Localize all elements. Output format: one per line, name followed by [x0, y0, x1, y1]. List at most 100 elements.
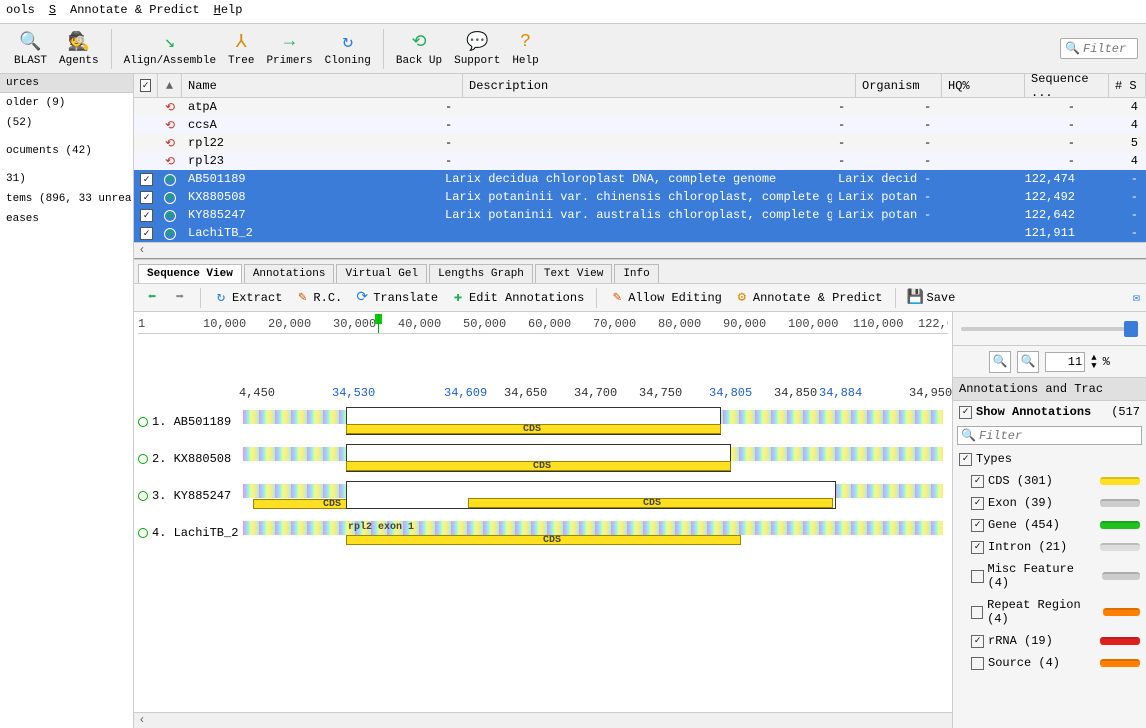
show-annotations-checkbox[interactable] — [959, 406, 972, 419]
zoom-thumb[interactable] — [1124, 321, 1138, 337]
table-row[interactable]: ⟲rpl22----5 — [134, 134, 1146, 152]
sidebar-item[interactable]: tems (896, 33 unrea — [0, 189, 133, 209]
annotation-type-label: Exon (39) — [988, 496, 1053, 510]
table-row[interactable]: ⟲atpA----4 — [134, 98, 1146, 116]
annotation-type-label: Intron (21) — [988, 540, 1067, 554]
table-row[interactable]: ⟳LachiTB_2121,911- — [134, 224, 1146, 242]
annotations-filter-input[interactable] — [979, 429, 1138, 443]
menu-sequence[interactable]: S — [49, 3, 56, 20]
zoom-slider[interactable] — [953, 312, 1146, 346]
zoom-in-button[interactable]: 🔍 — [989, 351, 1011, 373]
annotation-type-row[interactable]: Misc Feature (4) — [953, 558, 1146, 594]
extract-button[interactable]: ↻Extract — [209, 288, 286, 308]
nav-fwd[interactable]: ➡ — [168, 288, 192, 308]
annotation-type-row[interactable]: rRNA (19) — [953, 630, 1146, 652]
tree-button[interactable]: ⅄Tree — [222, 29, 260, 69]
col-hq[interactable]: HQ% — [942, 74, 1025, 97]
sidebar-item[interactable]: ocuments (42) — [0, 141, 133, 161]
nav-back[interactable]: ⬅ — [140, 288, 164, 308]
annotation-type-checkbox[interactable] — [971, 541, 984, 554]
tab-annotations[interactable]: Annotations — [244, 264, 335, 283]
types-checkbox[interactable] — [959, 453, 972, 466]
cds-label: CDS — [523, 424, 541, 435]
table-row[interactable]: ⟲ccsA----4 — [134, 116, 1146, 134]
col-description[interactable]: Description — [463, 74, 856, 97]
sequence-icon: ⟳ — [164, 228, 176, 240]
annotation-type-row[interactable]: Exon (39) — [953, 492, 1146, 514]
agents-button[interactable]: 🕵Agents — [53, 29, 105, 69]
annotate-predict-button[interactable]: ⚙Annotate & Predict — [730, 288, 887, 308]
allow-editing-button[interactable]: ✎Allow Editing — [605, 288, 726, 308]
annotation-type-checkbox[interactable] — [971, 475, 984, 488]
zoom-stepper-icon[interactable]: ▲▼ — [1091, 354, 1096, 370]
annotation-type-row[interactable]: CDS (301) — [953, 470, 1146, 492]
sequence-track[interactable]: 2. KX880508CDS — [138, 444, 948, 478]
filter-search[interactable]: 🔍 — [1060, 38, 1138, 59]
sequence-track[interactable]: 1. AB501189CDS — [138, 407, 948, 441]
sidebar-item[interactable]: older (9) — [0, 93, 133, 113]
annotation-type-checkbox[interactable] — [971, 570, 984, 583]
table-row[interactable]: ⟲rpl23----4 — [134, 152, 1146, 170]
col-name[interactable]: Name — [182, 74, 463, 97]
help-icon: ? — [515, 31, 537, 53]
seqview-hscroll[interactable]: ‹ — [134, 712, 952, 728]
annotation-type-row[interactable]: Repeat Region (4) — [953, 594, 1146, 630]
col-sequence-length[interactable]: Sequence ... — [1025, 74, 1109, 97]
sidebar-item[interactable]: 31) — [0, 169, 133, 189]
tab-lengths-graph[interactable]: Lengths Graph — [429, 264, 533, 283]
blast-button[interactable]: 🔍BLAST — [8, 29, 53, 69]
zoom-out-button[interactable]: 🔍 — [1017, 351, 1039, 373]
table-row[interactable]: ⟳AB501189Larix decidua chloroplast DNA, … — [134, 170, 1146, 188]
annotations-filter[interactable]: 🔍 — [957, 426, 1142, 445]
row-checkbox[interactable] — [140, 209, 153, 222]
col-sort[interactable]: ▲ — [158, 74, 182, 97]
table-hscroll[interactable]: ‹ — [134, 242, 1146, 258]
sidebar-item[interactable] — [0, 161, 133, 169]
edit-annotations-button[interactable]: ✚Edit Annotations — [446, 288, 588, 308]
overview-ruler[interactable]: 110,00020,00030,00040,00050,00060,00070,… — [138, 314, 948, 334]
mail-icon[interactable]: ✉ — [1133, 290, 1140, 305]
translate-button[interactable]: ⟳Translate — [350, 288, 442, 308]
sidebar-item[interactable]: eases — [0, 209, 133, 229]
table-row[interactable]: ⟳KY885247Larix potaninii var. australis … — [134, 206, 1146, 224]
sidebar-item[interactable] — [0, 133, 133, 141]
sequence-view-canvas[interactable]: 110,00020,00030,00040,00050,00060,00070,… — [134, 312, 952, 728]
table-row[interactable]: ⟳KX880508Larix potaninii var. chinensis … — [134, 188, 1146, 206]
help-button[interactable]: ?Help — [506, 29, 544, 69]
annotation-type-checkbox[interactable] — [971, 519, 984, 532]
sequence-track[interactable]: 4. LachiTB_2CDSrpl2 exon 1 — [138, 518, 948, 552]
col-organism[interactable]: Organism — [856, 74, 942, 97]
col-checkbox[interactable] — [134, 74, 158, 97]
tab-info[interactable]: Info — [614, 264, 658, 283]
row-checkbox[interactable] — [140, 191, 153, 204]
sequence-track[interactable]: 3. KY885247CDSCDS — [138, 481, 948, 515]
menu-tools[interactable]: ools — [6, 3, 35, 20]
filter-input[interactable] — [1083, 42, 1133, 56]
sidebar-item[interactable]: (52) — [0, 113, 133, 133]
cloning-button[interactable]: ↻Cloning — [319, 29, 377, 69]
annotation-type-row[interactable]: Source (4) — [953, 652, 1146, 674]
save-button[interactable]: 💾Save — [904, 288, 960, 308]
save-button-icon: 💾 — [908, 290, 924, 306]
back-up-button[interactable]: ⟲Back Up — [390, 29, 448, 69]
annotation-type-checkbox[interactable] — [971, 657, 984, 670]
col-num-sequences[interactable]: # S — [1109, 74, 1146, 97]
tab-virtual-gel[interactable]: Virtual Gel — [336, 264, 427, 283]
ruler-marker[interactable] — [378, 314, 379, 334]
align-assemble-button[interactable]: ↘Align/Assemble — [118, 29, 222, 69]
tab-sequence-view[interactable]: Sequence View — [138, 264, 242, 283]
annotation-type-checkbox[interactable] — [971, 497, 984, 510]
rc-button[interactable]: ✎R.C. — [290, 288, 346, 308]
menu-annotate-predict[interactable]: Annotate & Predict — [70, 3, 200, 20]
annotation-type-row[interactable]: Intron (21) — [953, 536, 1146, 558]
annotation-type-checkbox[interactable] — [971, 635, 984, 648]
annotation-type-checkbox[interactable] — [971, 606, 983, 619]
primers-button[interactable]: →Primers — [260, 29, 318, 69]
tab-text-view[interactable]: Text View — [535, 264, 612, 283]
zoom-value-input[interactable] — [1045, 352, 1085, 372]
row-checkbox[interactable] — [140, 173, 153, 186]
row-checkbox[interactable] — [140, 227, 153, 240]
menu-help[interactable]: Help — [214, 3, 243, 20]
annotation-type-row[interactable]: Gene (454) — [953, 514, 1146, 536]
support-button[interactable]: 💬Support — [448, 29, 506, 69]
